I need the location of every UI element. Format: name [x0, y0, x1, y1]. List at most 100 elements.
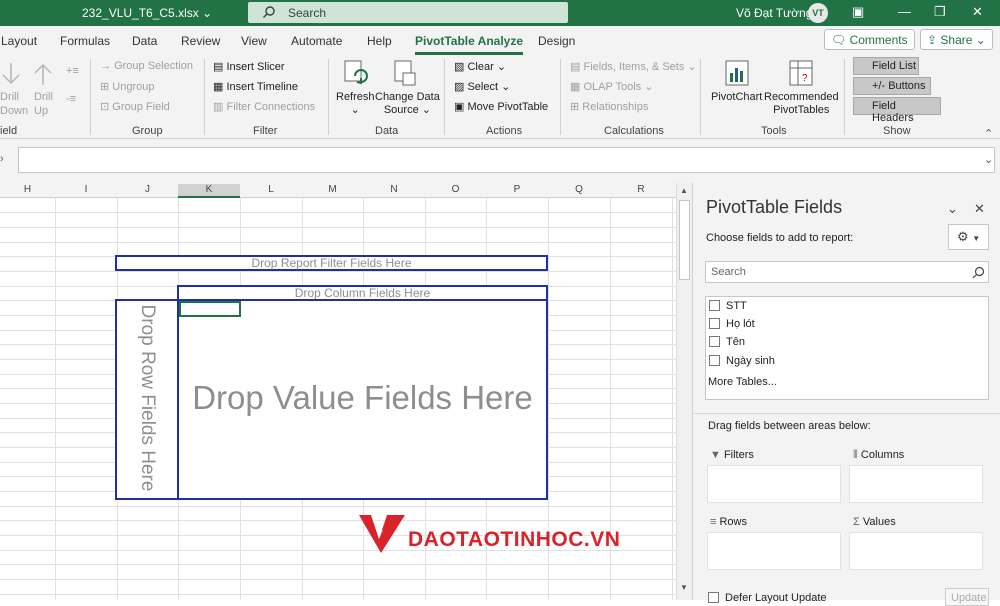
field-item-ho-lot[interactable]: Họ lót [709, 318, 755, 330]
column-header[interactable]: P [486, 184, 548, 195]
search-box[interactable]: Search [248, 2, 568, 23]
group-field-button[interactable]: ⊡ Group Field [100, 100, 170, 113]
active-cell[interactable] [179, 301, 241, 317]
checkbox[interactable] [709, 318, 720, 329]
column-header[interactable]: Q [548, 184, 610, 195]
drill-up-button[interactable]: Drill Up [34, 90, 53, 118]
scroll-thumb[interactable] [679, 200, 690, 280]
expand-formula-icon[interactable]: ⌄ [984, 153, 993, 166]
field-item-ngay-sinh[interactable]: Ngày sinh [709, 355, 775, 367]
field-list-toggle[interactable]: Field List [853, 57, 919, 75]
olap-tools-label: OLAP Tools [583, 81, 642, 93]
pivotchart-label: PivotChart [711, 91, 763, 103]
drop-row-zone[interactable]: Drop Row Fields Here [115, 299, 179, 500]
select-button[interactable]: ▨ Select ⌄ [454, 80, 510, 93]
close-pane-icon[interactable]: ✕ [974, 201, 985, 217]
group-label-data: Data [375, 125, 399, 137]
checkbox[interactable] [709, 300, 720, 311]
name-box-arrow-icon[interactable]: › [0, 153, 4, 165]
refresh-button[interactable]: Refresh ⌄ [336, 91, 375, 116]
expand-field-icon[interactable]: +≡ [66, 65, 79, 77]
relationships-button[interactable]: ⊞ Relationships [570, 100, 648, 113]
olap-icon: ▦ [570, 81, 581, 93]
defer-label: Defer Layout Update [725, 592, 827, 604]
column-header[interactable]: R [610, 184, 672, 195]
search-icon [263, 6, 275, 18]
tab-help[interactable]: Help [367, 34, 392, 48]
restore-icon[interactable]: ❐ [934, 4, 946, 20]
field-item-label: Ngày sinh [726, 355, 775, 367]
field-item-ten[interactable]: Tên [709, 336, 745, 348]
column-header[interactable]: I [55, 184, 117, 195]
more-tables-link[interactable]: More Tables... [708, 376, 777, 388]
avatar[interactable]: VT [808, 3, 828, 23]
columns-drop-area[interactable] [849, 465, 983, 503]
drill-down-button[interactable]: Drill Down [0, 90, 28, 118]
drop-value-zone[interactable]: Drop Value Fields Here [177, 299, 548, 500]
column-header-selected[interactable]: K [178, 184, 240, 198]
move-pivottable-button[interactable]: ▣ Move PivotTable [454, 100, 548, 113]
minimize-icon[interactable]: — [898, 4, 911, 19]
update-button[interactable]: Update [945, 588, 989, 606]
drop-filter-zone[interactable]: Drop Report Filter Fields Here [115, 255, 548, 271]
ribbon-display-icon[interactable]: ▣ [852, 4, 864, 20]
recommended-pivottables-button[interactable]: Recommended PivotTables [764, 91, 839, 117]
clear-button[interactable]: ▧ Clear ⌄ [454, 60, 506, 73]
column-header[interactable]: O [425, 184, 486, 195]
group-label-group: Group [132, 125, 163, 137]
filters-drop-area[interactable] [707, 465, 841, 503]
divider [693, 413, 1000, 414]
group-label-show: Show [883, 125, 911, 137]
ungroup-button[interactable]: ⊞ Ungroup [100, 80, 154, 93]
tab-formulas[interactable]: Formulas [60, 34, 110, 48]
tab-pivottable-analyze[interactable]: PivotTable Analyze [415, 34, 524, 55]
column-header[interactable]: L [240, 184, 302, 195]
insert-timeline-button[interactable]: ▦ Insert Timeline [213, 80, 298, 93]
scroll-up-icon[interactable]: ▲ [680, 186, 688, 195]
column-header[interactable]: M [302, 184, 363, 195]
tab-automate[interactable]: Automate [291, 34, 342, 48]
chevron-down-icon: ⌄ [644, 81, 654, 93]
filter-connections-button[interactable]: ▥ Filter Connections [213, 100, 315, 113]
vertical-scrollbar[interactable]: ▲ ▼ [676, 183, 692, 600]
checkbox[interactable] [709, 336, 720, 347]
tab-view[interactable]: View [241, 34, 267, 48]
close-icon[interactable]: ✕ [972, 4, 983, 20]
column-header[interactable]: J [117, 184, 178, 195]
column-header[interactable]: N [363, 184, 425, 195]
worksheet-grid[interactable]: Drop Report Filter Fields Here Drop Colu… [0, 198, 676, 600]
arrow-right-icon: → [100, 60, 111, 72]
pane-options-chevron-icon[interactable]: ⌄ [947, 201, 958, 217]
tab-layout[interactable]: Layout [1, 34, 37, 48]
group-selection-button[interactable]: → Group Selection [100, 60, 193, 72]
field-item-stt[interactable]: STT [709, 300, 747, 312]
user-name: Võ Đạt Tường [736, 6, 813, 20]
checkbox[interactable] [709, 355, 720, 366]
collapse-field-icon[interactable]: -≡ [66, 93, 76, 105]
chevron-down-icon: ⌄ [421, 104, 431, 116]
gridline [0, 212, 676, 213]
tab-data[interactable]: Data [132, 34, 157, 48]
tools-dropdown[interactable]: ⚙ ▼ [948, 224, 989, 250]
olap-tools-button[interactable]: ▦ OLAP Tools ⌄ [570, 80, 653, 93]
field-headers-toggle[interactable]: Field Headers [853, 97, 941, 124]
values-drop-area[interactable] [849, 532, 983, 570]
buttons-toggle[interactable]: +/- Buttons [853, 77, 931, 95]
tab-design[interactable]: Design [538, 34, 575, 48]
change-data-source-button[interactable]: Change Data Source ⌄ [375, 91, 440, 117]
share-button[interactable]: ⇪ Share ⌄ [920, 29, 993, 50]
pivotchart-button[interactable]: PivotChart [711, 91, 762, 103]
comments-button[interactable]: 🗨 Comments [824, 29, 915, 50]
refresh-icon [344, 60, 368, 85]
scroll-down-icon[interactable]: ▼ [680, 583, 688, 592]
rows-drop-area[interactable] [707, 532, 841, 570]
formula-input[interactable] [18, 147, 995, 173]
field-search-input[interactable]: Search [705, 261, 989, 283]
file-name[interactable]: 232_VLU_T6_C5.xlsx ⌄ [82, 6, 212, 20]
tab-review[interactable]: Review [181, 34, 220, 48]
column-header[interactable]: H [0, 184, 55, 195]
checkbox[interactable] [708, 592, 719, 603]
insert-slicer-button[interactable]: ▤ Insert Slicer [213, 60, 285, 73]
defer-layout-update[interactable]: Defer Layout Update [708, 592, 827, 604]
fields-items-sets-button[interactable]: ▤ Fields, Items, & Sets ⌄ [570, 60, 697, 73]
